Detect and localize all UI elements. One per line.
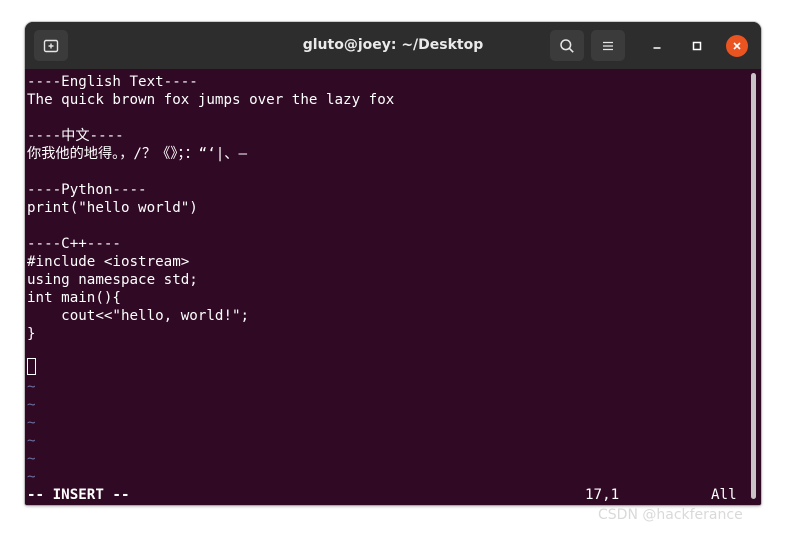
hamburger-menu-icon (603, 41, 613, 50)
empty-line-marker: ~ (27, 433, 36, 449)
empty-line-marker: ~ (27, 415, 36, 431)
terminal-content[interactable]: ----English Text---- The quick brown fox… (25, 69, 761, 505)
close-icon (733, 42, 741, 50)
new-tab-icon (43, 39, 59, 52)
editor-line: #include <iostream> (27, 254, 190, 270)
editor-line: print("hello world") (27, 200, 198, 216)
editor-line: } (27, 326, 36, 342)
editor-line: 你我他的地得。，/？《》；：“‘|、— (27, 146, 248, 162)
empty-line-marker: ~ (27, 397, 36, 413)
search-icon (560, 38, 574, 53)
editor-line: The quick brown fox jumps over the lazy … (27, 92, 395, 108)
window-title: gluto@joey: ~/Desktop (302, 37, 484, 53)
editor-line: ----中文---- (27, 128, 124, 144)
title-bar: gluto@joey: ~/Desktop (25, 22, 761, 69)
watermark: CSDN @hackferance (598, 507, 743, 523)
empty-line-marker: ~ (27, 451, 36, 467)
mode-indicator: -- INSERT -- (27, 487, 130, 503)
editor-line: int main(){ (27, 290, 121, 306)
menu-button[interactable] (591, 30, 625, 61)
scrollbar[interactable] (751, 73, 756, 499)
text-cursor (27, 358, 36, 375)
terminal-window: gluto@joey: ~/Desktop ----English Text--… (25, 22, 761, 505)
new-tab-button[interactable] (34, 30, 68, 61)
cursor-position: 17,1 (585, 487, 620, 503)
editor-line: using namespace std; (27, 272, 198, 288)
minimize-icon (653, 47, 661, 49)
minimize-button[interactable] (646, 35, 668, 57)
editor-line: ----C++---- (27, 236, 121, 252)
empty-line-marker: ~ (27, 469, 36, 485)
editor-line: ----English Text---- (27, 74, 198, 90)
search-button[interactable] (550, 30, 584, 61)
editor-line: cout<<"hello, world!"; (27, 308, 250, 324)
editor-line: ----Python---- (27, 182, 147, 198)
maximize-icon (692, 41, 702, 51)
maximize-button[interactable] (686, 35, 708, 57)
empty-line-marker: ~ (27, 379, 36, 395)
close-button[interactable] (726, 35, 748, 57)
scroll-position: All (711, 487, 737, 503)
